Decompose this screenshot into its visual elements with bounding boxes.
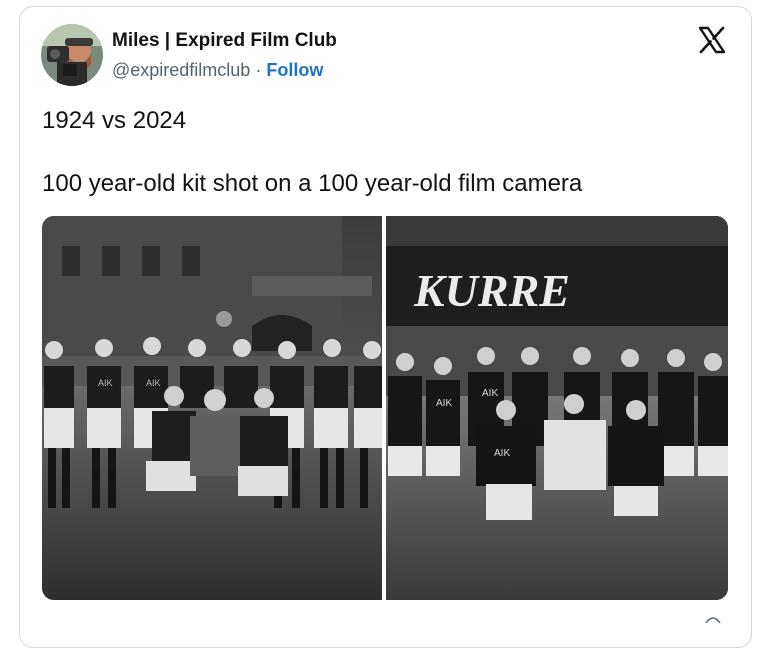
left-shirt-text: AIK: [98, 378, 113, 388]
more-options-icon[interactable]: [704, 610, 722, 624]
handle-row: @expiredfilmclub · Follow: [112, 60, 323, 81]
tweet-text-line-2: 100 year-old kit shot on a 100 year-old …: [42, 170, 583, 197]
banner-text: KURRE: [413, 265, 570, 316]
photo-1924-team[interactable]: AIK AIK: [42, 216, 382, 600]
separator: ·: [255, 60, 262, 80]
display-name[interactable]: Miles | Expired Film Club: [112, 30, 337, 52]
photo-2024-team[interactable]: KURRE AIK AIK AIK: [386, 216, 728, 600]
media-gallery[interactable]: AIK AIK KURRE AIK AIK AIK: [42, 216, 728, 600]
right-shirt-text: AIK: [494, 448, 510, 459]
tweet-text-line-1: 1924 vs 2024: [42, 107, 187, 134]
handle[interactable]: @expiredfilmclub: [112, 60, 250, 80]
left-shirt-text: AIK: [146, 378, 161, 388]
avatar[interactable]: [41, 24, 103, 86]
follow-button[interactable]: Follow: [266, 60, 323, 80]
right-shirt-text: AIK: [482, 388, 498, 399]
right-shirt-text: AIK: [436, 398, 452, 409]
x-logo-icon[interactable]: [697, 25, 727, 55]
